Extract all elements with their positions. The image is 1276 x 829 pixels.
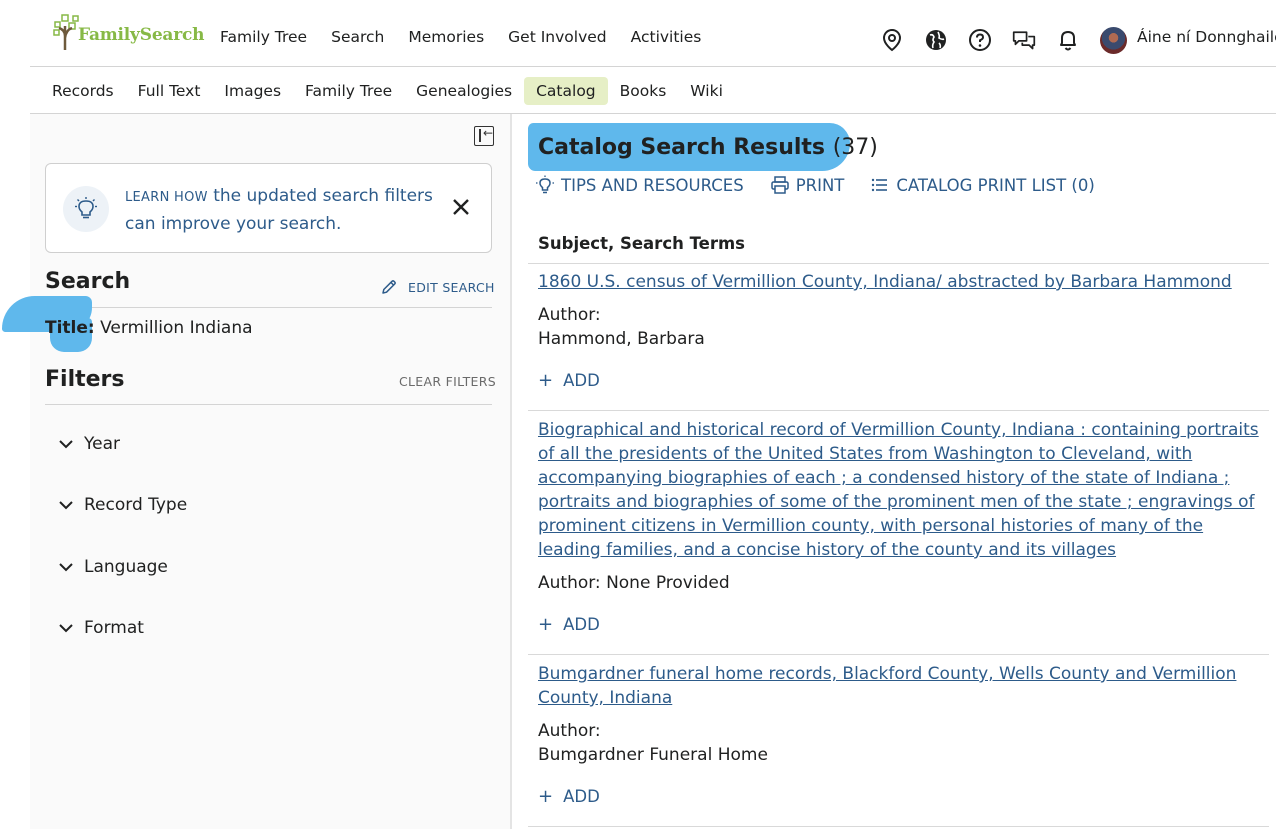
row-divider: [528, 826, 1269, 827]
filter-record-type[interactable]: Record Type: [58, 492, 187, 518]
tips-label: TIPS AND RESOURCES: [561, 175, 744, 195]
add-label: ADD: [563, 787, 600, 806]
header-divider: [30, 66, 1276, 67]
chevron-down-icon: [59, 501, 73, 510]
subnav-books[interactable]: Books: [608, 77, 679, 105]
filter-format[interactable]: Format: [58, 615, 144, 641]
location-pin-icon[interactable]: [880, 28, 904, 52]
user-avatar[interactable]: [1100, 26, 1127, 54]
results-title: Catalog Search Results (37): [538, 135, 878, 160]
learn-how-link[interactable]: LEARN HOW: [125, 190, 208, 205]
help-icon[interactable]: [968, 28, 992, 52]
plus-icon: +: [538, 614, 554, 635]
tips-and-resources-button[interactable]: TIPS AND RESOURCES: [535, 175, 744, 195]
row-divider: [528, 654, 1269, 655]
add-button[interactable]: + ADD: [538, 786, 600, 807]
nav-search[interactable]: Search: [331, 28, 384, 46]
search-criteria-title: Title: Vermillion Indiana: [45, 318, 253, 338]
print-list-label: CATALOG PRINT LIST (0): [896, 175, 1095, 195]
add-label: ADD: [563, 615, 600, 634]
close-icon[interactable]: [449, 195, 473, 219]
bell-icon[interactable]: [1056, 28, 1080, 52]
filter-label: Year: [84, 434, 120, 454]
edit-search-button[interactable]: EDIT SEARCH: [380, 278, 495, 296]
learn-how-text: LEARN HOW the updated search filters can…: [125, 183, 445, 238]
nav-get-involved[interactable]: Get Involved: [508, 28, 606, 46]
filter-label: Language: [84, 557, 168, 577]
familysearch-logo[interactable]: FamilySearch: [52, 12, 205, 50]
filters-divider: [45, 404, 492, 405]
subject-column-header: Subject, Search Terms: [538, 234, 745, 253]
edit-search-label: EDIT SEARCH: [408, 279, 495, 295]
chat-icon[interactable]: [1012, 28, 1036, 52]
search-heading: Search: [45, 269, 131, 294]
subnav-wiki[interactable]: Wiki: [678, 77, 735, 105]
panel-divider: [510, 114, 512, 829]
filter-language[interactable]: Language: [58, 554, 168, 580]
nav-family-tree[interactable]: Family Tree: [220, 28, 307, 46]
primary-nav: Family Tree Search Memories Get Involved…: [220, 28, 725, 46]
lightbulb-icon: [536, 175, 554, 194]
filters-heading: Filters: [45, 367, 125, 392]
nav-memories[interactable]: Memories: [408, 28, 484, 46]
nav-activities[interactable]: Activities: [631, 28, 702, 46]
tree-logo-icon: [52, 14, 80, 50]
filter-year[interactable]: Year: [58, 431, 120, 457]
row-divider: [528, 263, 1269, 264]
chevron-down-icon: [59, 624, 73, 633]
list-icon: [872, 178, 888, 192]
subnav-catalog[interactable]: Catalog: [524, 77, 608, 105]
title-label: Title:: [45, 318, 95, 338]
results-toolbar: TIPS AND RESOURCES PRINT CATALOG PRINT L…: [535, 175, 1121, 195]
author-label: Author:: [538, 721, 601, 741]
collapse-panel-icon[interactable]: ←: [474, 126, 494, 146]
print-button[interactable]: PRINT: [770, 175, 845, 195]
result-title-link[interactable]: 1860 U.S. census of Vermillion County, I…: [538, 270, 1263, 294]
learn-how-banner: LEARN HOW the updated search filters can…: [45, 163, 492, 253]
logo-text: FamilySearch: [78, 25, 205, 45]
subnav-images[interactable]: Images: [212, 77, 293, 105]
clear-filters-button[interactable]: CLEAR FILTERS: [399, 374, 496, 389]
filter-label: Format: [84, 618, 144, 638]
globe-icon[interactable]: [924, 28, 948, 52]
author-name: Hammond, Barbara: [538, 329, 705, 349]
add-label: ADD: [563, 371, 600, 390]
plus-icon: +: [538, 370, 554, 391]
subnav-family-tree[interactable]: Family Tree: [293, 77, 404, 105]
user-name[interactable]: Áine ní Donnghaile: [1137, 28, 1276, 46]
subnav-records[interactable]: Records: [40, 77, 126, 105]
chevron-down-icon: [59, 563, 73, 572]
chevron-down-icon: [59, 440, 73, 449]
header-icons: [880, 26, 1127, 54]
add-button[interactable]: + ADD: [538, 370, 600, 391]
top-header: FamilySearch Family Tree Search Memories…: [0, 0, 1276, 66]
search-subnav: Records Full Text Images Family Tree Gen…: [40, 76, 735, 106]
author-name: Bumgardner Funeral Home: [538, 745, 768, 765]
filter-label: Record Type: [84, 495, 188, 515]
plus-icon: +: [538, 786, 554, 807]
row-divider: [528, 410, 1269, 411]
title-value: Vermillion Indiana: [94, 318, 253, 338]
print-label: PRINT: [795, 175, 845, 195]
lightbulb-icon: [63, 186, 109, 232]
result-title-link[interactable]: Biographical and historical record of Ve…: [538, 418, 1263, 562]
result-title-link[interactable]: Bumgardner funeral home records, Blackfo…: [538, 662, 1263, 710]
printer-icon: [770, 176, 789, 194]
author-label: Author:: [538, 305, 601, 325]
author-label: Author: None Provided: [538, 573, 730, 593]
search-divider: [45, 307, 492, 308]
subnav-full-text[interactable]: Full Text: [126, 77, 213, 105]
catalog-print-list-button[interactable]: CATALOG PRINT LIST (0): [870, 175, 1095, 195]
results-count: (37): [832, 135, 878, 160]
pencil-icon: [382, 280, 396, 294]
subnav-genealogies[interactable]: Genealogies: [404, 77, 524, 105]
add-button[interactable]: + ADD: [538, 614, 600, 635]
results-title-text: Catalog Search Results: [538, 135, 826, 160]
